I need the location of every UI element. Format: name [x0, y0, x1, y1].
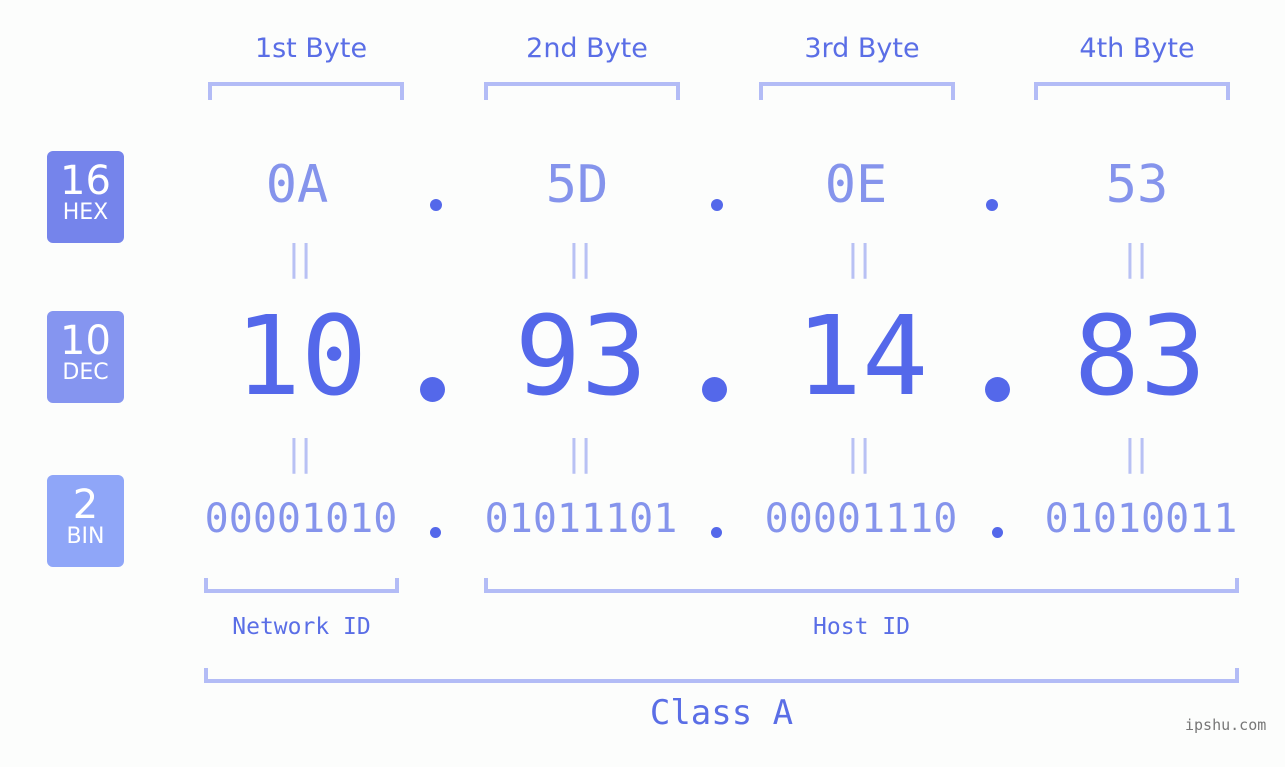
dec-badge: 10 DEC [47, 311, 124, 403]
bin-badge-number: 2 [72, 482, 99, 528]
bin-value-3: 00001110 [764, 496, 958, 542]
hex-badge-number: 16 [60, 158, 111, 204]
dec-dot-3 [985, 377, 1010, 402]
class-label: Class A [649, 693, 794, 733]
dec-value-1: 10 [234, 292, 368, 420]
dec-dot-2 [702, 377, 727, 402]
hex-value-2: 5D [545, 155, 609, 215]
equals-dec-bin-3: || [846, 433, 872, 474]
equals-hex-dec-2: || [567, 238, 593, 279]
hex-value-3: 0E [824, 155, 888, 215]
byte-title-3: 3rd Byte [804, 33, 920, 64]
watermark: ipshu.com [1185, 716, 1267, 734]
byte-bracket-3 [759, 82, 955, 100]
hex-value-4: 53 [1105, 155, 1169, 215]
byte-title-1: 1st Byte [254, 33, 368, 64]
dec-badge-label: DEC [62, 360, 109, 385]
byte-title-4: 4th Byte [1079, 33, 1195, 64]
bin-dot-2 [711, 527, 722, 538]
dec-value-4: 83 [1073, 292, 1207, 420]
byte-bracket-1 [208, 82, 404, 100]
byte-bracket-2 [484, 82, 680, 100]
network-id-label: Network ID [232, 614, 371, 640]
equals-dec-bin-2: || [567, 433, 593, 474]
bin-badge-label: BIN [66, 524, 105, 549]
bin-value-2: 01011101 [484, 496, 678, 542]
dec-badge-number: 10 [60, 318, 111, 364]
bin-value-4: 01010011 [1044, 496, 1238, 542]
host-id-bracket [484, 578, 1239, 593]
equals-dec-bin-4: || [1123, 433, 1149, 474]
bin-dot-1 [430, 527, 441, 538]
hex-dot-3 [986, 199, 998, 211]
byte-bracket-4 [1034, 82, 1230, 100]
hex-dot-1 [430, 199, 442, 211]
hex-badge: 16 HEX [47, 151, 124, 243]
hex-badge-label: HEX [62, 200, 109, 225]
equals-hex-dec-1: || [287, 238, 313, 279]
hex-dot-2 [711, 199, 723, 211]
class-bracket [204, 668, 1239, 683]
dec-dot-1 [420, 377, 445, 402]
equals-dec-bin-1: || [287, 433, 313, 474]
dec-value-3: 14 [795, 292, 929, 420]
bin-badge: 2 BIN [47, 475, 124, 567]
hex-value-1: 0A [265, 155, 329, 215]
equals-hex-dec-4: || [1123, 238, 1149, 279]
equals-hex-dec-3: || [846, 238, 872, 279]
bin-value-1: 00001010 [204, 496, 398, 542]
host-id-label: Host ID [813, 614, 910, 640]
dec-value-2: 93 [514, 292, 648, 420]
bin-dot-3 [992, 527, 1003, 538]
byte-title-2: 2nd Byte [526, 33, 648, 64]
network-id-bracket [204, 578, 399, 593]
